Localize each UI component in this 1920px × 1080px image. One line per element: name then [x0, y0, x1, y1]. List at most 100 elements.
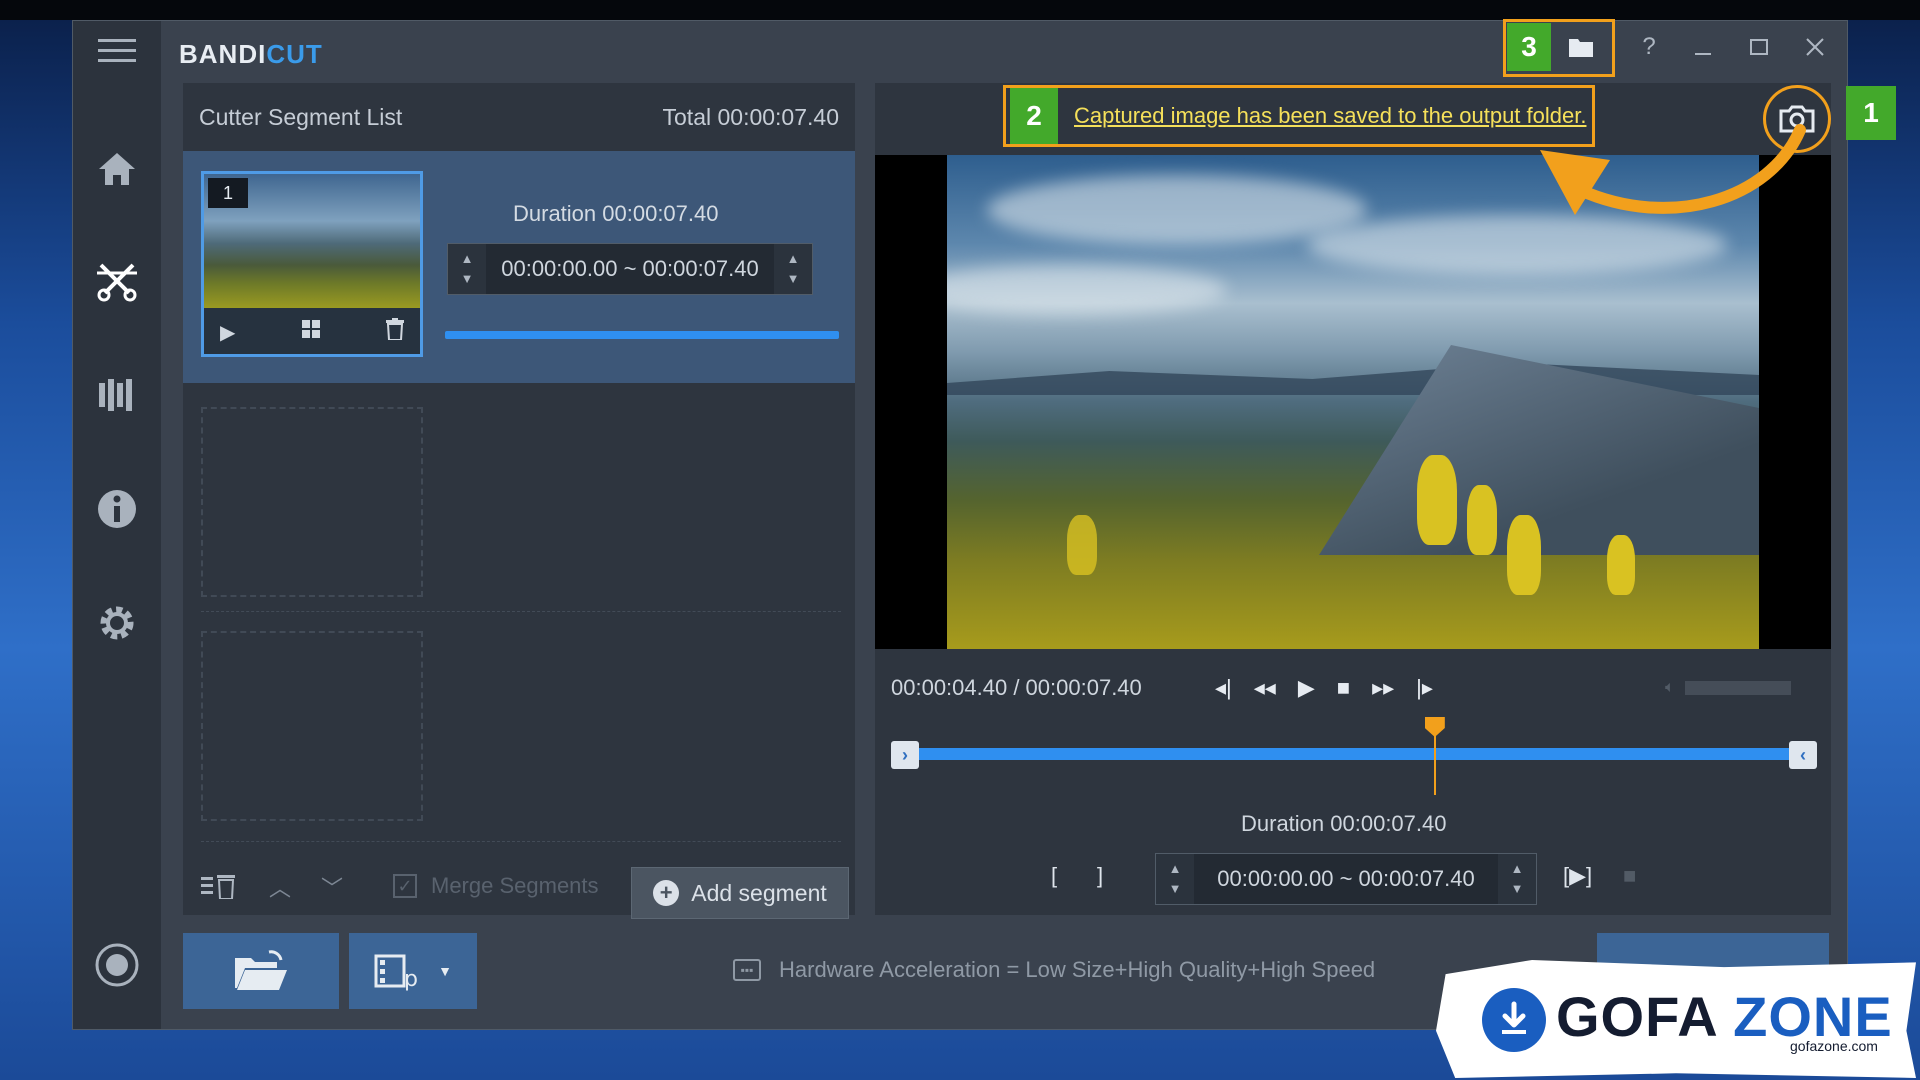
merge-segments-label: Merge Segments — [431, 873, 599, 898]
settings-gear-icon[interactable] — [73, 593, 161, 653]
chevron-down-icon[interactable]: ▼ — [787, 269, 800, 289]
go-to-end-icon[interactable]: |▸ — [1416, 675, 1433, 701]
hardware-acceleration-text: Hardware Acceleration = Low Size+High Qu… — [779, 957, 1376, 982]
watermark-url: gofazone.com — [1790, 1038, 1878, 1054]
sidebar — [73, 21, 161, 1029]
timeline-start-handle[interactable]: › — [891, 741, 919, 769]
chevron-right-icon: › — [902, 744, 908, 765]
segment-duration: Duration 00:00:07.40 — [513, 201, 719, 226]
selection-end-spinner[interactable]: ▲ ▼ — [1498, 854, 1536, 904]
segment-end-spinner[interactable]: ▲ ▼ — [774, 244, 812, 294]
chevron-down-icon[interactable]: ▼ — [1511, 879, 1524, 899]
add-segment-label: Add segment — [691, 879, 827, 906]
chevron-up-icon[interactable]: ▲ — [461, 249, 474, 269]
timeline[interactable]: › ‹ — [891, 717, 1817, 795]
capture-notice: 2 Captured image has been saved to the o… — [1003, 85, 1595, 147]
plus-icon: + — [653, 880, 680, 906]
hardware-acceleration-info: ▪▪▪ Hardware Acceleration = Low Size+Hig… — [733, 957, 1375, 983]
record-icon[interactable] — [73, 935, 161, 995]
transport-buttons: ◂| ◂◂ ▶ ■ ▸▸ |▸ — [1215, 675, 1433, 701]
play-icon[interactable]: ▶ — [1298, 675, 1315, 701]
segment-list-header: Cutter Segment List Total 00:00:07.40 — [183, 83, 855, 151]
merge-segments-checkbox[interactable]: ✓ Merge Segments — [393, 873, 599, 899]
close-button[interactable] — [1793, 25, 1837, 69]
move-up-icon[interactable]: ︿ — [269, 871, 291, 903]
chevron-down-icon[interactable]: ▼ — [1169, 879, 1182, 899]
video-settings-icon: p — [374, 954, 418, 992]
maximize-icon — [1750, 39, 1768, 55]
open-folder-icon — [235, 950, 287, 990]
segment-progress-bar — [445, 331, 839, 339]
clear-list-icon[interactable] — [201, 873, 239, 905]
segment-thumbnail-card[interactable]: 1 ▶ — [201, 171, 423, 357]
top-strip — [0, 0, 1920, 20]
encoding-settings-button[interactable]: p ▼ — [349, 933, 477, 1009]
selection-range-field[interactable]: ▲ ▼ 00:00:00.00 ~ 00:00:07.40 ▲ ▼ — [1155, 853, 1537, 905]
segment-divider — [201, 611, 841, 612]
home-icon[interactable] — [73, 139, 161, 199]
set-end-mark-button[interactable]: ] — [1097, 863, 1103, 889]
segment-range-text[interactable]: 00:00:00.00 ~ 00:00:07.40 — [486, 256, 774, 282]
set-start-mark-button[interactable]: [ — [1051, 863, 1057, 889]
app-logo: BANDICUT — [179, 39, 323, 69]
timeline-end-handle[interactable]: ‹ — [1789, 741, 1817, 769]
chevron-down-icon[interactable]: ▼ — [438, 963, 452, 979]
menu-icon[interactable] — [73, 21, 161, 81]
capture-notice-link[interactable]: Captured image has been saved to the out… — [1074, 103, 1586, 129]
add-segment-button[interactable]: + Add segment — [631, 867, 849, 919]
empty-segment-slot — [201, 631, 423, 821]
segment-range-field[interactable]: ▲ ▼ 00:00:00.00 ~ 00:00:07.40 ▲ ▼ — [447, 243, 813, 295]
download-icon — [1482, 988, 1546, 1052]
help-button[interactable]: ? — [1627, 25, 1671, 69]
info-icon[interactable] — [73, 479, 161, 539]
svg-text:p: p — [404, 967, 418, 992]
move-down-icon[interactable]: ﹀ — [321, 871, 343, 903]
chevron-up-icon[interactable]: ▲ — [1169, 859, 1182, 879]
segment-list-title: Cutter Segment List — [199, 103, 403, 130]
close-icon — [1806, 38, 1824, 56]
chevron-up-icon[interactable]: ▲ — [787, 249, 800, 269]
step-badge-2: 2 — [1010, 88, 1058, 144]
chevron-left-icon: ‹ — [1800, 744, 1806, 765]
maximize-button[interactable] — [1737, 25, 1781, 69]
previous-frame-icon[interactable]: ◂◂ — [1254, 675, 1276, 701]
timeline-playhead[interactable] — [1424, 717, 1445, 795]
open-file-button[interactable] — [183, 933, 339, 1009]
open-output-folder-button[interactable] — [1559, 25, 1603, 69]
segment-start-spinner[interactable]: ▲ ▼ — [448, 244, 486, 294]
chevron-down-icon[interactable]: ▼ — [461, 269, 474, 289]
hardware-icon: ▪▪▪ — [733, 959, 761, 981]
segment-list-total: Total 00:00:07.40 — [662, 103, 839, 130]
segment-divider — [201, 841, 841, 842]
minimize-button[interactable] — [1681, 25, 1725, 69]
annotation-arrow — [1540, 124, 1806, 215]
volume-control[interactable]: 🔈︎ — [1665, 679, 1791, 697]
volume-slider[interactable] — [1684, 681, 1791, 695]
empty-segment-slot — [201, 407, 423, 597]
segment-delete-icon[interactable] — [385, 318, 404, 346]
volume-icon[interactable]: 🔈︎ — [1665, 679, 1675, 697]
playback-controls: 00:00:04.40 / 00:00:07.40 ◂| ◂◂ ▶ ■ ▸▸ |… — [875, 657, 1831, 719]
selection-start-spinner[interactable]: ▲ ▼ — [1156, 854, 1194, 904]
go-to-start-icon[interactable]: ◂| — [1215, 675, 1232, 701]
segment-thumbnail-controls: ▶ — [204, 310, 420, 354]
playback-time: 00:00:04.40 / 00:00:07.40 — [891, 675, 1142, 700]
join-icon[interactable] — [73, 365, 161, 425]
folder-icon — [1569, 39, 1593, 57]
selection-duration: Duration 00:00:07.40 — [1241, 811, 1447, 836]
checkbox-check-icon[interactable]: ✓ — [393, 874, 417, 898]
segment-row[interactable]: 1 ▶ Duration 00:00:07.40 ▲ ▼ 00:00:00.00 … — [183, 151, 855, 383]
segment-grid-icon[interactable] — [301, 319, 321, 345]
segment-number: 1 — [208, 178, 248, 208]
chevron-up-icon[interactable]: ▲ — [1511, 859, 1524, 879]
play-selection-button[interactable]: [▶] — [1563, 863, 1592, 889]
step-badge-1: 1 — [1846, 86, 1896, 140]
segment-list-panel: Cutter Segment List Total 00:00:07.40 1 … — [183, 83, 855, 919]
next-frame-icon[interactable]: ▸▸ — [1372, 675, 1394, 701]
stop-selection-button[interactable]: ■ — [1623, 863, 1636, 889]
segment-play-icon[interactable]: ▶ — [220, 320, 235, 345]
cutter-icon[interactable] — [73, 251, 161, 311]
stop-icon[interactable]: ■ — [1337, 675, 1350, 701]
selection-range-text[interactable]: 00:00:00.00 ~ 00:00:07.40 — [1194, 866, 1498, 892]
minimize-icon — [1695, 53, 1711, 55]
